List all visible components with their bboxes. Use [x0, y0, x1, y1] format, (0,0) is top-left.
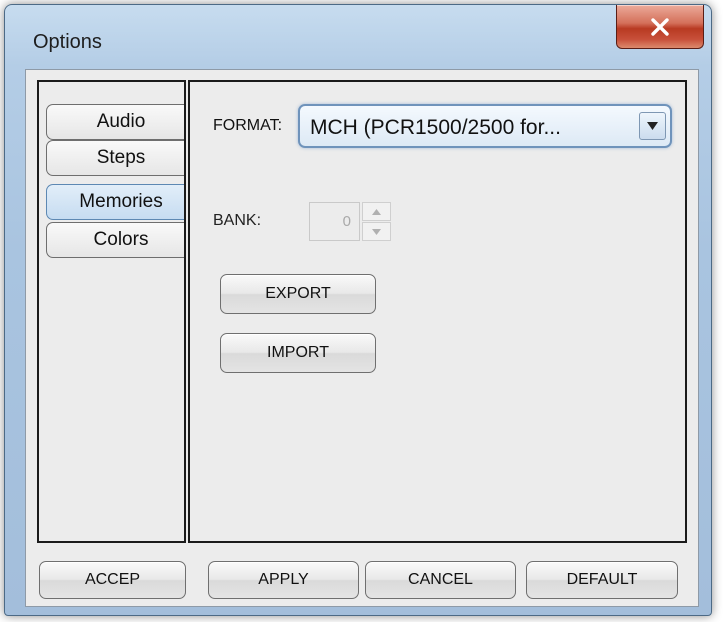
close-button[interactable]	[616, 5, 704, 49]
tab-label: Colors	[93, 229, 149, 250]
dropdown-arrow-button[interactable]	[639, 112, 666, 140]
format-selected-value: MCH (PCR1500/2500 for...	[310, 116, 561, 139]
spin-down-button[interactable]	[362, 222, 391, 241]
title-bar[interactable]: Options	[5, 5, 711, 79]
tab-label: Memories	[79, 191, 163, 212]
options-content-frame: Audio Steps Memories Colors FORMAT: MCH …	[37, 80, 687, 543]
tab-memories[interactable]: Memories	[46, 184, 187, 220]
default-button[interactable]: DEFAULT	[526, 561, 678, 599]
import-button[interactable]: IMPORT	[220, 333, 376, 373]
tab-colors[interactable]: Colors	[46, 222, 187, 258]
arrow-down-icon	[372, 228, 381, 235]
format-dropdown[interactable]: MCH (PCR1500/2500 for...	[298, 104, 672, 148]
accept-button[interactable]: ACCEP	[39, 561, 186, 599]
export-button[interactable]: EXPORT	[220, 274, 376, 314]
close-x-icon	[651, 17, 669, 36]
tab-label: Audio	[96, 111, 146, 132]
bank-label: BANK:	[213, 212, 262, 229]
spin-up-button[interactable]	[362, 202, 391, 221]
tab-audio[interactable]: Audio	[46, 104, 187, 140]
bank-spinner[interactable]: 0	[309, 202, 393, 241]
cancel-button[interactable]: CANCEL	[365, 561, 516, 599]
tab-panel-divider	[184, 80, 190, 543]
dialog-client-area: Audio Steps Memories Colors FORMAT: MCH …	[25, 69, 699, 607]
chevron-down-icon	[647, 122, 658, 130]
format-label: FORMAT:	[213, 117, 283, 134]
bank-value-field[interactable]: 0	[309, 202, 360, 241]
window-title: Options	[33, 31, 102, 53]
tab-steps[interactable]: Steps	[46, 140, 187, 176]
apply-button[interactable]: APPLY	[208, 561, 359, 599]
options-window: Options Audio Steps Memories Colors FORM…	[4, 4, 712, 616]
arrow-up-icon	[372, 208, 381, 215]
tab-label: Steps	[96, 147, 146, 168]
